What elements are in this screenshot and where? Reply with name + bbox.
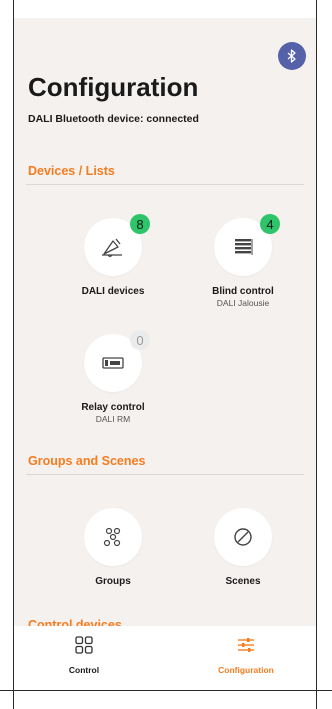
section-devices-lists: Devices / Lists [28,164,115,178]
bluetooth-icon [287,49,296,63]
blind-control-label: Blind control [212,286,274,297]
relay-control-label: Relay control [81,402,145,413]
nav-control[interactable]: Control [24,636,144,675]
scenes-icon [234,528,252,546]
sliders-icon [238,638,254,652]
dali-devices-circle: 8 [84,214,150,276]
groups-circle [84,508,142,566]
bluetooth-button[interactable] [278,42,306,70]
groups-icon [103,527,121,547]
tile-blind-control[interactable]: 4 Blind control DALI Jalousie [188,214,298,308]
relay-control-circle: 0 [84,330,150,392]
tile-groups[interactable]: Groups [58,508,168,587]
tile-scenes[interactable]: Scenes [188,508,298,587]
relay-control-sublabel: DALI RM [95,414,131,424]
dali-devices-count-badge: 8 [130,214,150,234]
section-groups-scenes: Groups and Scenes [28,454,146,468]
app-screen: Configuration DALI Bluetooth device: con… [14,18,316,690]
blind-control-count-badge: 4 [260,214,280,234]
nav-configuration-label: Configuration [218,665,274,675]
tile-dali-devices[interactable]: 8 DALI devices [58,214,168,297]
nav-control-label: Control [68,665,100,675]
divider [26,184,304,185]
divider [26,474,304,475]
relay-icon [102,357,124,369]
blind-icon [235,239,253,255]
groups-label: Groups [95,576,131,587]
page-title: Configuration [28,72,199,102]
tile-relay-control[interactable]: 0 Relay control DALI RM [58,330,168,424]
frame-line-bottom [0,690,332,691]
lamp-icon [102,238,122,258]
frame-line-right [316,0,317,709]
blind-control-circle: 4 [214,214,280,276]
blind-control-sublabel: DALI Jalousie [216,298,270,308]
nav-configuration[interactable]: Configuration [186,636,306,675]
connection-status: DALI Bluetooth device: connected [28,113,199,125]
grid-icon [75,636,93,654]
bottom-nav: Control Configuration [14,626,316,690]
scenes-label: Scenes [225,576,261,587]
relay-control-count-badge: 0 [130,330,150,350]
dali-devices-label: DALI devices [81,286,145,297]
scenes-circle [214,508,272,566]
